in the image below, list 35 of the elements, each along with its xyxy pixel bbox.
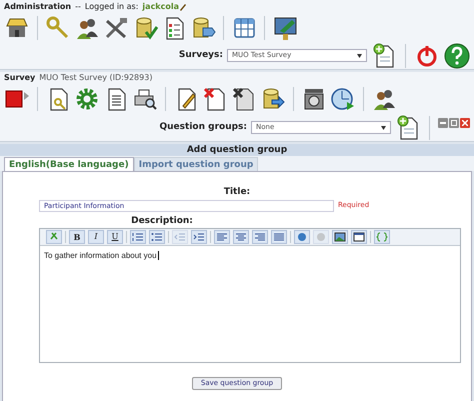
align-right-icon[interactable] [252, 230, 268, 244]
surveys-label: Surveys: [178, 48, 223, 62]
description-text: To gather information about you [44, 251, 159, 260]
maximize-button[interactable] [449, 118, 459, 128]
help-icon[interactable] [444, 42, 470, 68]
indent-icon[interactable] [191, 230, 207, 244]
numbered-list-icon[interactable] [130, 230, 146, 244]
logged-in-label: Logged in as: [84, 0, 138, 12]
image-icon[interactable] [332, 230, 348, 244]
survey-name: MUO Test Survey (ID:92893) [39, 72, 152, 84]
format-button[interactable]: B [69, 230, 85, 244]
align-left-icon[interactable] [214, 230, 230, 244]
minimize-button[interactable] [438, 118, 448, 128]
tab[interactable]: English(Base language) [4, 157, 134, 171]
justify-icon[interactable] [271, 230, 287, 244]
dropdown-arrow-icon[interactable] [357, 54, 362, 58]
gear-icon[interactable] [74, 86, 100, 112]
braces-icon[interactable] [374, 230, 390, 244]
header-separator: -- [75, 0, 81, 12]
bullet-list-icon[interactable] [149, 230, 165, 244]
header-title: Administration [4, 0, 72, 12]
user-name[interactable]: jackcola [142, 0, 180, 12]
description-label: Description: [131, 214, 193, 228]
table-icon[interactable] [351, 230, 367, 244]
align-center-icon[interactable] [233, 230, 249, 244]
survey-label: Survey [4, 72, 36, 84]
format-button[interactable]: I [88, 230, 104, 244]
pencil-icon[interactable] [179, 2, 186, 10]
section-title: Add question group [0, 144, 474, 156]
clock-play-icon[interactable] [330, 86, 356, 112]
format-button[interactable]: U [107, 230, 123, 244]
title-label: Title: [224, 186, 250, 199]
monitor-brush-icon[interactable] [272, 14, 298, 40]
dropdown-arrow-icon[interactable] [381, 126, 386, 130]
question-groups-label: Question groups: [160, 120, 247, 134]
